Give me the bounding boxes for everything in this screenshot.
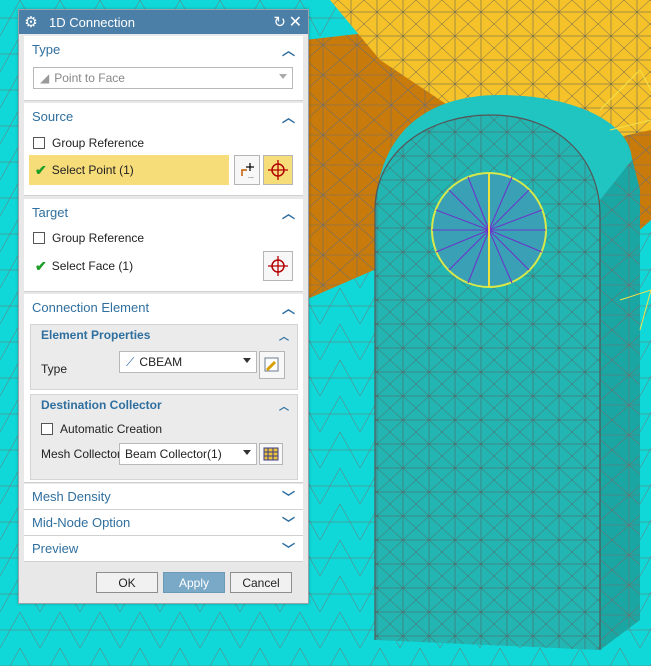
preview-section[interactable]: Preview ﹀ [24,536,303,562]
select-point-row[interactable]: ✔ Select Point (1) [29,155,229,185]
source-section: Source ︿ Group Reference ✔ Select Point … [24,103,303,196]
grid-icon [263,447,279,461]
dialog-title-bar[interactable]: ⚙ 1D Connection ↻ ✕ [19,10,308,34]
preview-title: Preview [32,541,79,556]
checkbox-box[interactable] [33,232,45,244]
destination-collector-group: Destination Collector ︿ Automatic Creati… [30,394,298,480]
element-properties-group: Element Properties ︿ Type ⟋ CBEAM [30,324,298,390]
target-section-title: Target [32,204,69,220]
element-type-label: Type [41,362,68,376]
target-section: Target ︿ Group Reference ✔ Select Face (… [24,199,303,292]
mesh-collector-value: Beam Collector(1) [125,447,222,461]
chevron-up-icon: ︿ [279,331,289,343]
chevron-up-icon: ︿ [281,300,295,316]
mid-node-option-section[interactable]: Mid-Node Option ﹀ [24,510,303,536]
checkmark-icon: ✔ [35,257,47,274]
point-dialog-icon: ... [241,163,254,180]
gear-icon[interactable]: ⚙ [19,13,43,31]
source-group-reference-checkbox[interactable]: Group Reference [33,136,144,150]
mesh-collector-label: Mesh Collector [41,447,122,461]
apply-button[interactable]: Apply [163,572,225,593]
mesh-density-title: Mesh Density [32,489,111,504]
element-type-value: CBEAM [139,355,183,369]
target-section-header[interactable]: Target ︿ [24,199,303,225]
cbeam-icon: ⟋ [126,354,135,369]
chevron-down-icon [243,358,251,363]
chevron-down-icon [243,450,251,455]
source-section-header[interactable]: Source ︿ [24,103,303,129]
mid-node-option-header[interactable]: Mid-Node Option ﹀ [24,510,303,535]
checkbox-box[interactable] [41,423,53,435]
destination-collector-header[interactable]: Destination Collector ︿ [31,395,297,415]
chevron-up-icon: ︿ [281,205,295,221]
chevron-down-icon [279,74,287,79]
face-crosshair-button[interactable] [263,251,293,281]
target-group-reference-checkbox[interactable]: Group Reference [33,231,144,245]
checkbox-box[interactable] [33,137,45,149]
chevron-down-icon: ﹀ [281,490,295,505]
reset-icon[interactable]: ↻ [273,13,286,31]
type-dropdown-value: Point to Face [54,71,125,85]
1d-connection-dialog: ⚙ 1D Connection ↻ ✕ Type ︿ ◢ Point to Fa… [18,9,309,604]
svg-text:...: ... [248,173,254,180]
select-face-row[interactable]: ✔ Select Face (1) [29,251,229,281]
point-crosshair-button[interactable] [263,155,293,185]
source-group-reference-label: Group Reference [52,136,145,150]
edit-properties-icon [264,357,279,372]
chevron-down-icon: ﹀ [281,516,295,531]
chevron-up-icon: ︿ [279,401,289,413]
checkmark-icon: ✔ [35,161,47,178]
element-properties-title: Element Properties [41,328,151,342]
connection-element-title: Connection Element [32,299,150,315]
element-type-dropdown[interactable]: ⟋ CBEAM [119,351,257,373]
type-dropdown[interactable]: ◢ Point to Face [33,67,293,89]
preview-header[interactable]: Preview ﹀ [24,536,303,561]
chevron-down-icon: ﹀ [281,542,295,557]
close-icon[interactable]: ✕ [289,12,302,32]
select-face-label: Select Face (1) [51,259,134,273]
mesh-collector-button[interactable] [259,443,283,465]
mesh-density-section[interactable]: Mesh Density ﹀ [24,484,303,510]
connection-element-section: Connection Element ︿ Element Properties … [24,294,303,483]
automatic-creation-checkbox[interactable]: Automatic Creation [41,422,162,436]
type-section-header[interactable]: Type ︿ [24,36,303,62]
source-section-title: Source [32,108,74,124]
mesh-density-header[interactable]: Mesh Density ﹀ [24,484,303,509]
type-section-title: Type [32,41,61,57]
connection-element-header[interactable]: Connection Element ︿ [24,294,303,320]
crosshair-icon [268,256,288,276]
cancel-button[interactable]: Cancel [230,572,292,593]
dialog-title: 1D Connection [49,14,135,30]
automatic-creation-label: Automatic Creation [60,422,163,436]
point-to-face-icon: ◢ [40,71,50,85]
element-properties-edit-button[interactable] [259,351,285,379]
chevron-up-icon: ︿ [281,109,295,125]
target-group-reference-label: Group Reference [52,231,145,245]
select-point-label: Select Point (1) [51,163,134,177]
ok-button[interactable]: OK [96,572,158,593]
element-properties-header[interactable]: Element Properties ︿ [31,325,297,345]
mesh-collector-dropdown[interactable]: Beam Collector(1) [119,443,257,465]
crosshair-icon [268,160,288,180]
mid-node-option-title: Mid-Node Option [32,515,131,530]
point-dialog-button[interactable]: ... [234,155,260,185]
chevron-up-icon: ︿ [281,42,295,58]
type-section: Type ︿ ◢ Point to Face [24,36,303,101]
destination-collector-title: Destination Collector [41,398,162,412]
